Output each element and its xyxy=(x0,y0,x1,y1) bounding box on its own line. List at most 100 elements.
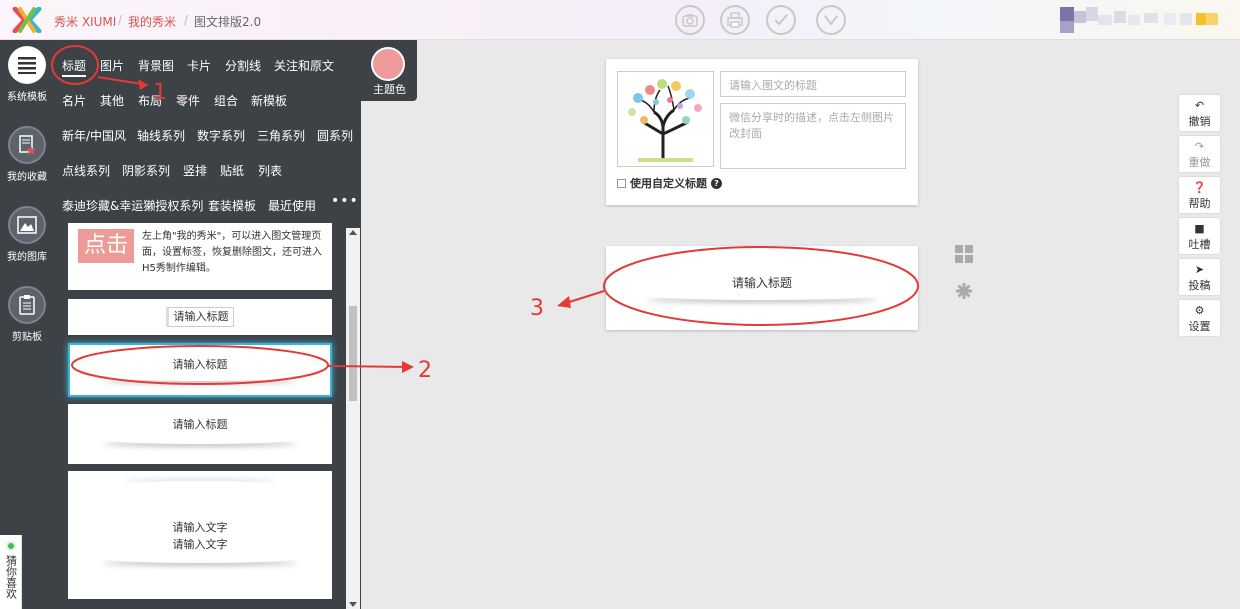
help-question-icon[interactable]: ? xyxy=(711,177,722,189)
article-title-input[interactable]: 请输入图文的标题 xyxy=(720,71,906,97)
tab-namecard[interactable]: 名片 xyxy=(62,92,86,109)
tab-teddy-series[interactable]: 泰迪珍藏&幸运獭授权系列 xyxy=(62,197,203,214)
tab-new-template[interactable]: 新模板 xyxy=(251,92,287,109)
tab-divider[interactable]: 分割线 xyxy=(225,57,261,74)
rail-system-templates[interactable]: 系统模板 xyxy=(0,46,54,103)
tab-number-series[interactable]: 数字系列 xyxy=(197,127,245,144)
scroll-up-icon[interactable] xyxy=(349,230,357,235)
tab-background[interactable]: 背景图 xyxy=(138,57,174,74)
left-rail: 系统模板 我的收藏 我的图库 剪贴板 猜你喜欢 xyxy=(0,40,54,609)
top-bar: 秀米 XIUMI / 我的秀米 / 图文排版2.0 xyxy=(0,0,1240,40)
tab-axis-series[interactable]: 轴线系列 xyxy=(137,127,185,144)
chevron-down-icon[interactable] xyxy=(816,5,846,35)
grid-icon[interactable] xyxy=(955,245,973,266)
annotation-2: 2 xyxy=(418,358,432,383)
undo-label: 撤销 xyxy=(1188,115,1211,128)
breadcrumb-separator: / xyxy=(184,13,189,27)
template-title-curve[interactable]: 请输入标题 xyxy=(68,404,332,464)
scrollbar-thumb[interactable] xyxy=(349,306,357,401)
breadcrumb-current: 图文排版2.0 xyxy=(194,15,262,29)
inserted-title-block[interactable]: 请输入标题 xyxy=(606,246,918,330)
send-icon: ➤ xyxy=(1194,263,1205,276)
theme-color-swatch[interactable] xyxy=(371,47,405,81)
breadcrumb-separator: / xyxy=(118,13,123,27)
tab-chinese-style[interactable]: 新年/中国风 xyxy=(62,127,126,144)
help-icon: ❓ xyxy=(1192,181,1207,194)
cover-image[interactable] xyxy=(617,71,714,167)
tab-other[interactable]: 其他 xyxy=(100,92,124,109)
user-avatar[interactable] xyxy=(1060,5,1220,35)
article-description-input[interactable]: 微信分享时的描述，点击左侧图片改封面 xyxy=(720,103,906,169)
rail-label: 我的收藏 xyxy=(7,172,47,183)
image-icon xyxy=(8,206,46,244)
intro-template[interactable]: 点击 左上角"我的秀米"，可以进入图文管理页面，设置标签，恢复删除图文，还可进入… xyxy=(68,223,332,290)
tab-follow[interactable]: 关注和原文 xyxy=(274,57,334,74)
rail-label: 系统模板 xyxy=(7,92,47,103)
tab-title[interactable]: 标题 xyxy=(62,57,87,77)
custom-title-row: 使用自定义标题 ? xyxy=(617,175,722,191)
template-title-text: 请输入标题 xyxy=(172,418,228,431)
rail-my-favorites[interactable]: 我的收藏 xyxy=(0,126,54,183)
custom-title-label: 使用自定义标题 xyxy=(630,177,707,190)
template-title-shadow-selected[interactable]: 请输入标题 xyxy=(68,343,332,397)
asterisk-icon[interactable] xyxy=(955,282,973,303)
settings-label: 设置 xyxy=(1188,320,1211,333)
tab-dotline-series[interactable]: 点线系列 xyxy=(62,162,110,179)
intro-text: 左上角"我的秀米"，可以进入图文管理页面，设置标签，恢复删除图文，还可进入H5秀… xyxy=(142,231,322,274)
tree-illustration-icon xyxy=(628,79,702,162)
shadow-decoration xyxy=(643,290,880,300)
tab-image[interactable]: 图片 xyxy=(100,57,124,74)
breadcrumb-home[interactable]: 秀米 XIUMI xyxy=(54,13,116,30)
xiumi-logo-icon[interactable] xyxy=(12,7,42,33)
tab-parts[interactable]: 零件 xyxy=(176,92,200,109)
tab-card[interactable]: 卡片 xyxy=(187,57,211,74)
online-indicator xyxy=(5,541,16,551)
scroll-down-icon[interactable] xyxy=(349,602,357,607)
theme-color-label: 主题色 xyxy=(373,83,406,96)
submit-label: 投稿 xyxy=(1188,279,1211,292)
annotation-3: 3 xyxy=(530,296,544,321)
tab-list[interactable]: 列表 xyxy=(258,162,282,179)
check-icon[interactable] xyxy=(766,5,796,35)
rail-label: 我的图库 xyxy=(7,252,47,263)
tab-combo[interactable]: 组合 xyxy=(214,92,238,109)
shadow-decoration xyxy=(100,434,301,444)
print-icon[interactable] xyxy=(720,5,750,35)
star-doc-icon xyxy=(8,126,46,164)
shadow-decoration xyxy=(101,371,299,381)
help-label: 帮助 xyxy=(1188,197,1211,210)
tab-circle-series[interactable]: 圆系列 xyxy=(317,127,353,144)
template-text-line: 请输入文字 xyxy=(172,521,228,534)
template-title-boxed[interactable]: 请输入标题 xyxy=(68,299,332,335)
template-text-box[interactable]: 请输入文字 请输入文字 xyxy=(68,471,332,599)
shadow-decoration xyxy=(121,481,279,491)
tab-sticker[interactable]: 贴纸 xyxy=(220,162,244,179)
breadcrumb-my-xiumi[interactable]: 我的秀米 xyxy=(128,13,176,30)
list-icon xyxy=(8,46,46,84)
tab-recent[interactable]: 最近使用 xyxy=(268,197,316,214)
gear-icon: ⚙ xyxy=(1194,304,1205,317)
settings-button[interactable]: ⚙ 设置 xyxy=(1178,299,1221,337)
tab-suite-templates[interactable]: 套装模板 xyxy=(208,197,256,214)
feedback-button[interactable]: ■ 吐槽 xyxy=(1178,217,1221,255)
tab-vertical[interactable]: 竖排 xyxy=(183,162,207,179)
custom-title-checkbox[interactable] xyxy=(617,178,626,188)
redo-button[interactable]: ↷ 重做 xyxy=(1178,135,1221,173)
help-button[interactable]: ❓ 帮助 xyxy=(1178,176,1221,214)
inserted-title-text[interactable]: 请输入标题 xyxy=(606,274,918,291)
tab-triangle-series[interactable]: 三角系列 xyxy=(257,127,305,144)
rail-clipboard[interactable]: 剪贴板 xyxy=(0,286,54,343)
camera-icon[interactable] xyxy=(675,5,705,35)
submit-button[interactable]: ➤ 投稿 xyxy=(1178,258,1221,296)
rail-my-gallery[interactable]: 我的图库 xyxy=(0,206,54,263)
more-icon[interactable]: ••• xyxy=(331,193,359,209)
guess-you-like-tab[interactable]: 猜你喜欢 xyxy=(0,535,22,609)
annotation-1: 1 xyxy=(153,80,167,105)
tab-shadow-series[interactable]: 阴影系列 xyxy=(122,162,170,179)
comment-icon: ■ xyxy=(1194,222,1205,235)
feedback-label: 吐槽 xyxy=(1188,238,1211,251)
undo-button[interactable]: ↶ 撤销 xyxy=(1178,94,1221,132)
redo-label: 重做 xyxy=(1188,156,1211,169)
template-title-text: 请输入标题 xyxy=(172,358,228,371)
template-scrollbar[interactable] xyxy=(346,228,360,609)
